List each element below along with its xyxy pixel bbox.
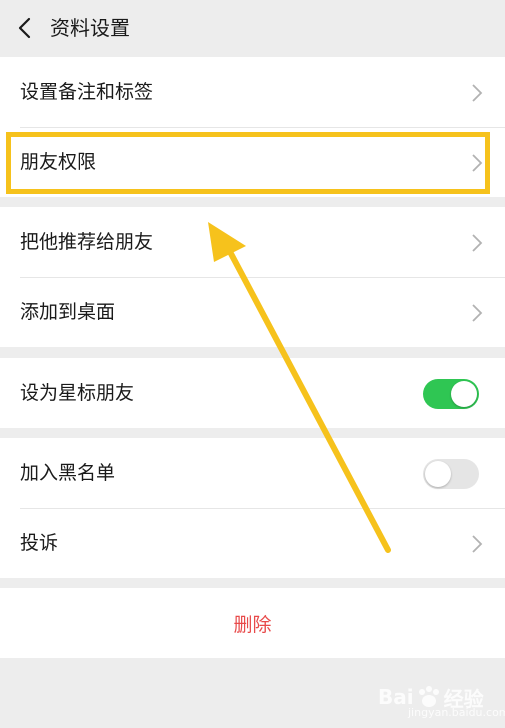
settings-group-remarks: 设置备注和标签 朋友权限 [0, 57, 505, 197]
chevron-right-icon [472, 234, 483, 252]
delete-button[interactable]: 删除 [0, 588, 505, 658]
toggle-knob [451, 381, 477, 407]
settings-group-share: 把他推荐给朋友 添加到桌面 [0, 207, 505, 347]
page-title: 资料设置 [50, 16, 130, 40]
delete-label: 删除 [233, 613, 272, 636]
row-label: 加入黑名单 [20, 462, 116, 484]
settings-row-recommend-to-friend[interactable]: 把他推荐给朋友 [0, 207, 505, 277]
settings-row-star-friend: 设为星标朋友 [0, 358, 505, 428]
row-label: 朋友权限 [20, 151, 97, 173]
blacklist-toggle[interactable] [423, 459, 479, 489]
watermark-logo: Bai 经验 jingyan.baidu.com [378, 672, 505, 722]
chevron-right-icon [472, 154, 483, 172]
settings-row-add-to-desktop[interactable]: 添加到桌面 [0, 277, 505, 347]
title-bar: 资料设置 [0, 0, 505, 56]
chevron-right-icon [472, 304, 483, 322]
chevron-right-icon [472, 535, 483, 553]
settings-row-report[interactable]: 投诉 [0, 508, 505, 578]
chevron-left-icon[interactable] [14, 16, 38, 40]
toggle-knob [425, 461, 451, 487]
row-label: 把他推荐给朋友 [20, 231, 154, 253]
settings-row-blacklist: 加入黑名单 [0, 438, 505, 508]
settings-group-star: 设为星标朋友 [0, 358, 505, 428]
star-friend-toggle[interactable] [423, 379, 479, 409]
settings-group-block: 加入黑名单 投诉 [0, 438, 505, 578]
row-label: 设为星标朋友 [20, 382, 135, 404]
settings-row-friend-permissions[interactable]: 朋友权限 [0, 127, 505, 197]
chevron-right-icon [472, 84, 483, 102]
row-label: 投诉 [20, 532, 59, 554]
row-label: 添加到桌面 [20, 301, 116, 323]
watermark-url: jingyan.baidu.com [408, 706, 505, 719]
settings-row-remarks-tags[interactable]: 设置备注和标签 [0, 57, 505, 127]
row-label: 设置备注和标签 [20, 81, 154, 103]
